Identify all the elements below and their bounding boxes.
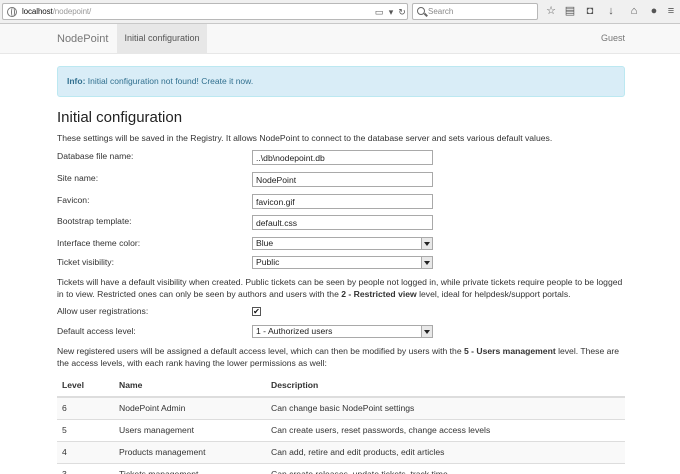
ticket-visibility-value: Public [256,257,280,267]
ticket-visibility-select[interactable]: Public [252,256,433,269]
favicon-label: Favicon: [57,195,90,205]
access-level-help: New registered users will be assigned a … [57,346,620,368]
site-name-label: Site name: [57,173,99,183]
home-icon[interactable]: ⌂ [627,4,641,18]
alert-prefix: Info: [67,76,86,86]
pocket-icon[interactable]: ◘ [583,4,597,18]
name-cell: NodePoint Admin [114,396,266,419]
table-row: 6 NodePoint Admin Can change basic NodeP… [57,396,625,419]
search-placeholder: Search [428,7,454,16]
column-header: Name [114,374,266,398]
page-title: Initial configuration [57,109,183,126]
search-icon [417,7,425,15]
bootstrap-label: Bootstrap template: [57,216,132,226]
bootstrap-input[interactable] [252,215,433,230]
level-cell: 4 [57,440,114,463]
default-access-value: 1 - Authorized users [256,326,333,336]
theme-color-label: Interface theme color: [57,238,141,248]
search-bar[interactable]: Search [412,3,538,20]
table-row: 3 Tickets management Can create releases… [57,462,625,474]
theme-color-select[interactable]: Blue [252,237,433,250]
name-cell: Users management [114,418,266,441]
db-file-input[interactable] [252,150,433,165]
dropdown-arrow-icon [421,257,432,268]
theme-color-value: Blue [256,238,274,248]
description-cell: Can create releases, update tickets, tra… [266,462,625,474]
name-cell: Products management [114,440,266,463]
allow-registrations-checkbox[interactable]: ✔ [252,307,261,316]
default-access-select[interactable]: 1 - Authorized users [252,325,433,338]
download-icon[interactable]: ↓ [604,4,618,18]
table-row: 4 Products management Can add, retire an… [57,440,625,463]
reader-view-icon[interactable]: ▭ [373,6,385,18]
browser-toolbar: localhost/nodepoint/ ▭ ▾ ↻ Search ☆ ▤ ◘ … [0,0,680,24]
brand-link[interactable]: NodePoint [57,33,108,45]
default-access-label: Default access level: [57,326,136,336]
chat-icon[interactable]: ● [647,4,661,18]
column-header: Level [57,374,114,398]
navbar: NodePoint Initial configuration Guest [0,24,680,54]
address-bar[interactable]: localhost/nodepoint/ ▭ ▾ ↻ [2,3,408,20]
level-cell: 6 [57,396,114,419]
access-levels-table: Level Name Description 6 NodePoint Admin… [57,374,625,474]
bookmark-star-icon[interactable]: ☆ [544,4,558,18]
favicon-input[interactable] [252,194,433,209]
ticket-visibility-help: Tickets will have a default visibility w… [57,277,623,299]
name-cell: Tickets management [114,462,266,474]
nav-item-initial-configuration[interactable]: Initial configuration [117,24,207,53]
level-cell: 5 [57,418,114,441]
dropdown-arrow-icon [421,326,432,337]
reload-icon[interactable]: ↻ [396,6,408,18]
column-header: Description [266,374,625,398]
site-name-input[interactable] [252,172,433,187]
bookmarks-list-icon[interactable]: ▤ [563,4,577,18]
ticket-visibility-label: Ticket visibility: [57,257,114,267]
table-header-row: Level Name Description [57,374,625,398]
db-label: Database file name: [57,151,134,161]
info-alert: Info: Initial configuration not found! C… [57,66,625,97]
description-cell: Can change basic NodePoint settings [266,396,625,419]
url-text: localhost/nodepoint/ [22,7,92,16]
menu-icon[interactable]: ≡ [664,4,678,18]
globe-icon [7,7,17,17]
level-cell: 3 [57,462,114,474]
intro-text: These settings will be saved in the Regi… [57,133,553,143]
user-menu[interactable]: Guest [601,33,625,43]
allow-registrations-label: Allow user registrations: [57,306,149,316]
table-row: 5 Users management Can create users, res… [57,418,625,441]
dropdown-arrow-icon [421,238,432,249]
description-cell: Can create users, reset passwords, chang… [266,418,625,441]
description-cell: Can add, retire and edit products, edit … [266,440,625,463]
alert-message: Initial configuration not found! Create … [87,76,254,86]
